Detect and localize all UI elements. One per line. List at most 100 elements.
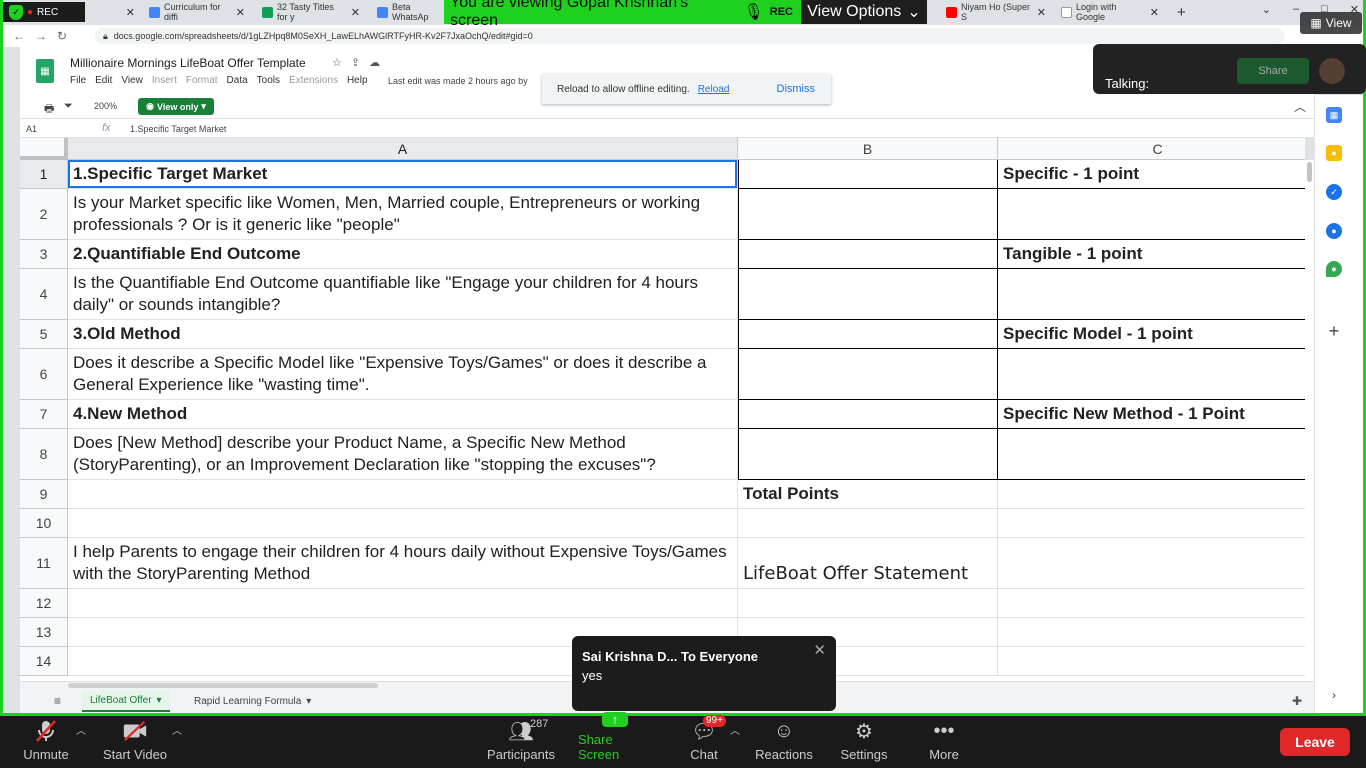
cell-a[interactable]: 2.Quantifiable End Outcome	[68, 240, 738, 269]
cell-c[interactable]	[998, 509, 1305, 538]
browser-tab[interactable]: Beta WhatsAp	[371, 2, 447, 22]
cell-c[interactable]	[998, 618, 1305, 647]
cell-a[interactable]: 4.New Method	[68, 400, 738, 429]
back-icon[interactable]: ←	[13, 29, 25, 43]
close-tab-icon[interactable]: ✕	[1037, 6, 1046, 19]
cloud-icon[interactable]: ☁	[369, 56, 380, 69]
menu-format[interactable]: Format	[186, 75, 218, 86]
menu-help[interactable]: Help	[347, 75, 368, 86]
cell-a[interactable]: I help Parents to engage their children …	[68, 538, 738, 589]
cell-b[interactable]	[738, 269, 998, 320]
select-all-corner[interactable]	[20, 138, 68, 160]
filter-icon[interactable]: ⏷	[64, 100, 73, 113]
row-header[interactable]: 3	[20, 240, 68, 269]
cell-b[interactable]	[738, 400, 998, 429]
menu-extensions[interactable]: Extensions	[289, 75, 338, 86]
cell-b[interactable]	[738, 240, 998, 269]
row-header[interactable]: 1	[20, 160, 68, 189]
cell-b[interactable]	[738, 189, 998, 240]
reactions-button[interactable]: ☺ Reactions	[754, 716, 814, 768]
tasks-icon[interactable]: ✓	[1326, 184, 1342, 200]
formula-value[interactable]: 1.Specific Target Market	[130, 124, 226, 134]
cell-a[interactable]: 3.Old Method	[68, 320, 738, 349]
row-header[interactable]: 6	[20, 349, 68, 400]
cell-b[interactable]	[738, 509, 998, 538]
menu-edit[interactable]: Edit	[95, 75, 112, 86]
row-header[interactable]: 7	[20, 400, 68, 429]
cell-b[interactable]: LifeBoat Offer Statement	[738, 538, 998, 589]
cell-a[interactable]: Is your Market specific like Women, Men,…	[68, 189, 738, 240]
settings-button[interactable]: ⚙ Settings	[838, 716, 890, 768]
unmute-button[interactable]: Unmute	[18, 716, 74, 768]
cell-a[interactable]	[68, 589, 738, 618]
share-screen-button[interactable]: ↑ Share Screen	[578, 712, 652, 768]
cell-c[interactable]: Tangible - 1 point	[998, 240, 1305, 269]
share-button[interactable]: Share	[1237, 58, 1309, 84]
cell-b[interactable]	[738, 589, 998, 618]
cell-b[interactable]	[738, 320, 998, 349]
all-sheets-icon[interactable]: ≡	[54, 694, 61, 708]
browser-tab[interactable]: 32 Tasty Titles for y ✕	[256, 2, 366, 22]
chevron-up-icon[interactable]: ︿	[730, 722, 740, 737]
menu-file[interactable]: File	[70, 75, 86, 86]
row-header[interactable]: 9	[20, 480, 68, 509]
print-icon[interactable]: 🖶︎	[44, 100, 54, 119]
chevron-up-icon[interactable]: ︿	[1294, 98, 1306, 115]
keep-icon[interactable]: ●	[1326, 145, 1342, 161]
cell-c[interactable]	[998, 538, 1305, 589]
cell-c[interactable]: Specific Model - 1 point	[998, 320, 1305, 349]
cell-b[interactable]	[738, 429, 998, 480]
chevron-down-icon[interactable]: ⌄	[1262, 3, 1271, 16]
browser-tab[interactable]: Login with Google ✕	[1055, 2, 1165, 22]
cell-a[interactable]: Is the Quantifiable End Outcome quantifi…	[68, 269, 738, 320]
menu-insert[interactable]: Insert	[152, 75, 177, 86]
chevron-right-icon[interactable]: ›	[1326, 687, 1342, 703]
more-button[interactable]: ••• More	[922, 716, 966, 768]
close-tab-icon[interactable]: ✕	[126, 6, 135, 19]
cell-c[interactable]	[998, 647, 1305, 676]
sheet-tab-rapid-learning[interactable]: Rapid Learning Formula ▾	[186, 690, 319, 712]
close-tab-icon[interactable]: ✕	[1150, 6, 1159, 19]
scroll-thumb[interactable]	[1307, 162, 1312, 182]
cell-a[interactable]: Does it describe a Specific Model like "…	[68, 349, 738, 400]
move-icon[interactable]: ⇪	[351, 56, 360, 69]
browser-tab[interactable]: Niyam Ho (Super S ✕	[940, 2, 1052, 22]
cell-a[interactable]: 1.Specific Target Market	[68, 160, 738, 189]
maps-icon[interactable]: ●	[1326, 261, 1342, 277]
browser-tab[interactable]: Curriculum for diffi ✕	[143, 2, 251, 22]
column-header-c[interactable]: C	[998, 138, 1305, 160]
reload-icon[interactable]: ↻	[57, 29, 69, 43]
row-header[interactable]: 2	[20, 189, 68, 240]
chat-notification[interactable]: Sai Krishna D... To Everyone yes ✕	[572, 636, 836, 711]
add-icon[interactable]: +	[1326, 321, 1342, 341]
horizontal-scrollbar[interactable]	[68, 683, 378, 688]
row-header[interactable]: 11	[20, 538, 68, 589]
cell-c[interactable]: Specific - 1 point	[998, 160, 1305, 189]
cell-c[interactable]	[998, 589, 1305, 618]
chevron-up-icon[interactable]: ︿	[76, 722, 86, 737]
cell-c[interactable]: 4	[998, 480, 1305, 509]
browser-tab[interactable]: ✕	[91, 2, 141, 22]
column-header-b[interactable]: B	[738, 138, 998, 160]
forward-icon[interactable]: →	[35, 29, 47, 43]
sheets-logo-icon[interactable]: ▦	[36, 59, 54, 83]
cell-b[interactable]	[738, 349, 998, 400]
cell-c[interactable]: 1	[998, 429, 1305, 480]
close-tab-icon[interactable]: ✕	[236, 6, 245, 19]
column-header-a[interactable]: A	[68, 138, 738, 160]
cell-c[interactable]: 1	[998, 189, 1305, 240]
row-header[interactable]: 8	[20, 429, 68, 480]
vertical-scrollbar[interactable]	[1305, 160, 1314, 681]
name-box[interactable]: A1	[26, 124, 88, 134]
cell-a[interactable]	[68, 509, 738, 538]
contacts-icon[interactable]: ●	[1326, 223, 1342, 239]
start-video-button[interactable]: Start Video	[102, 716, 168, 768]
reload-link[interactable]: Reload	[698, 84, 730, 95]
participants-button[interactable]: 👥︎ 287 Participants	[486, 716, 556, 768]
cell-a[interactable]	[68, 480, 738, 509]
minimize-icon[interactable]: –	[1293, 3, 1299, 16]
zoom-select[interactable]: 200%	[94, 101, 117, 111]
new-tab-button[interactable]: +	[1171, 2, 1192, 22]
cell-a[interactable]: Does [New Method] describe your Product …	[68, 429, 738, 480]
cell-b[interactable]: Total Points	[738, 480, 998, 509]
